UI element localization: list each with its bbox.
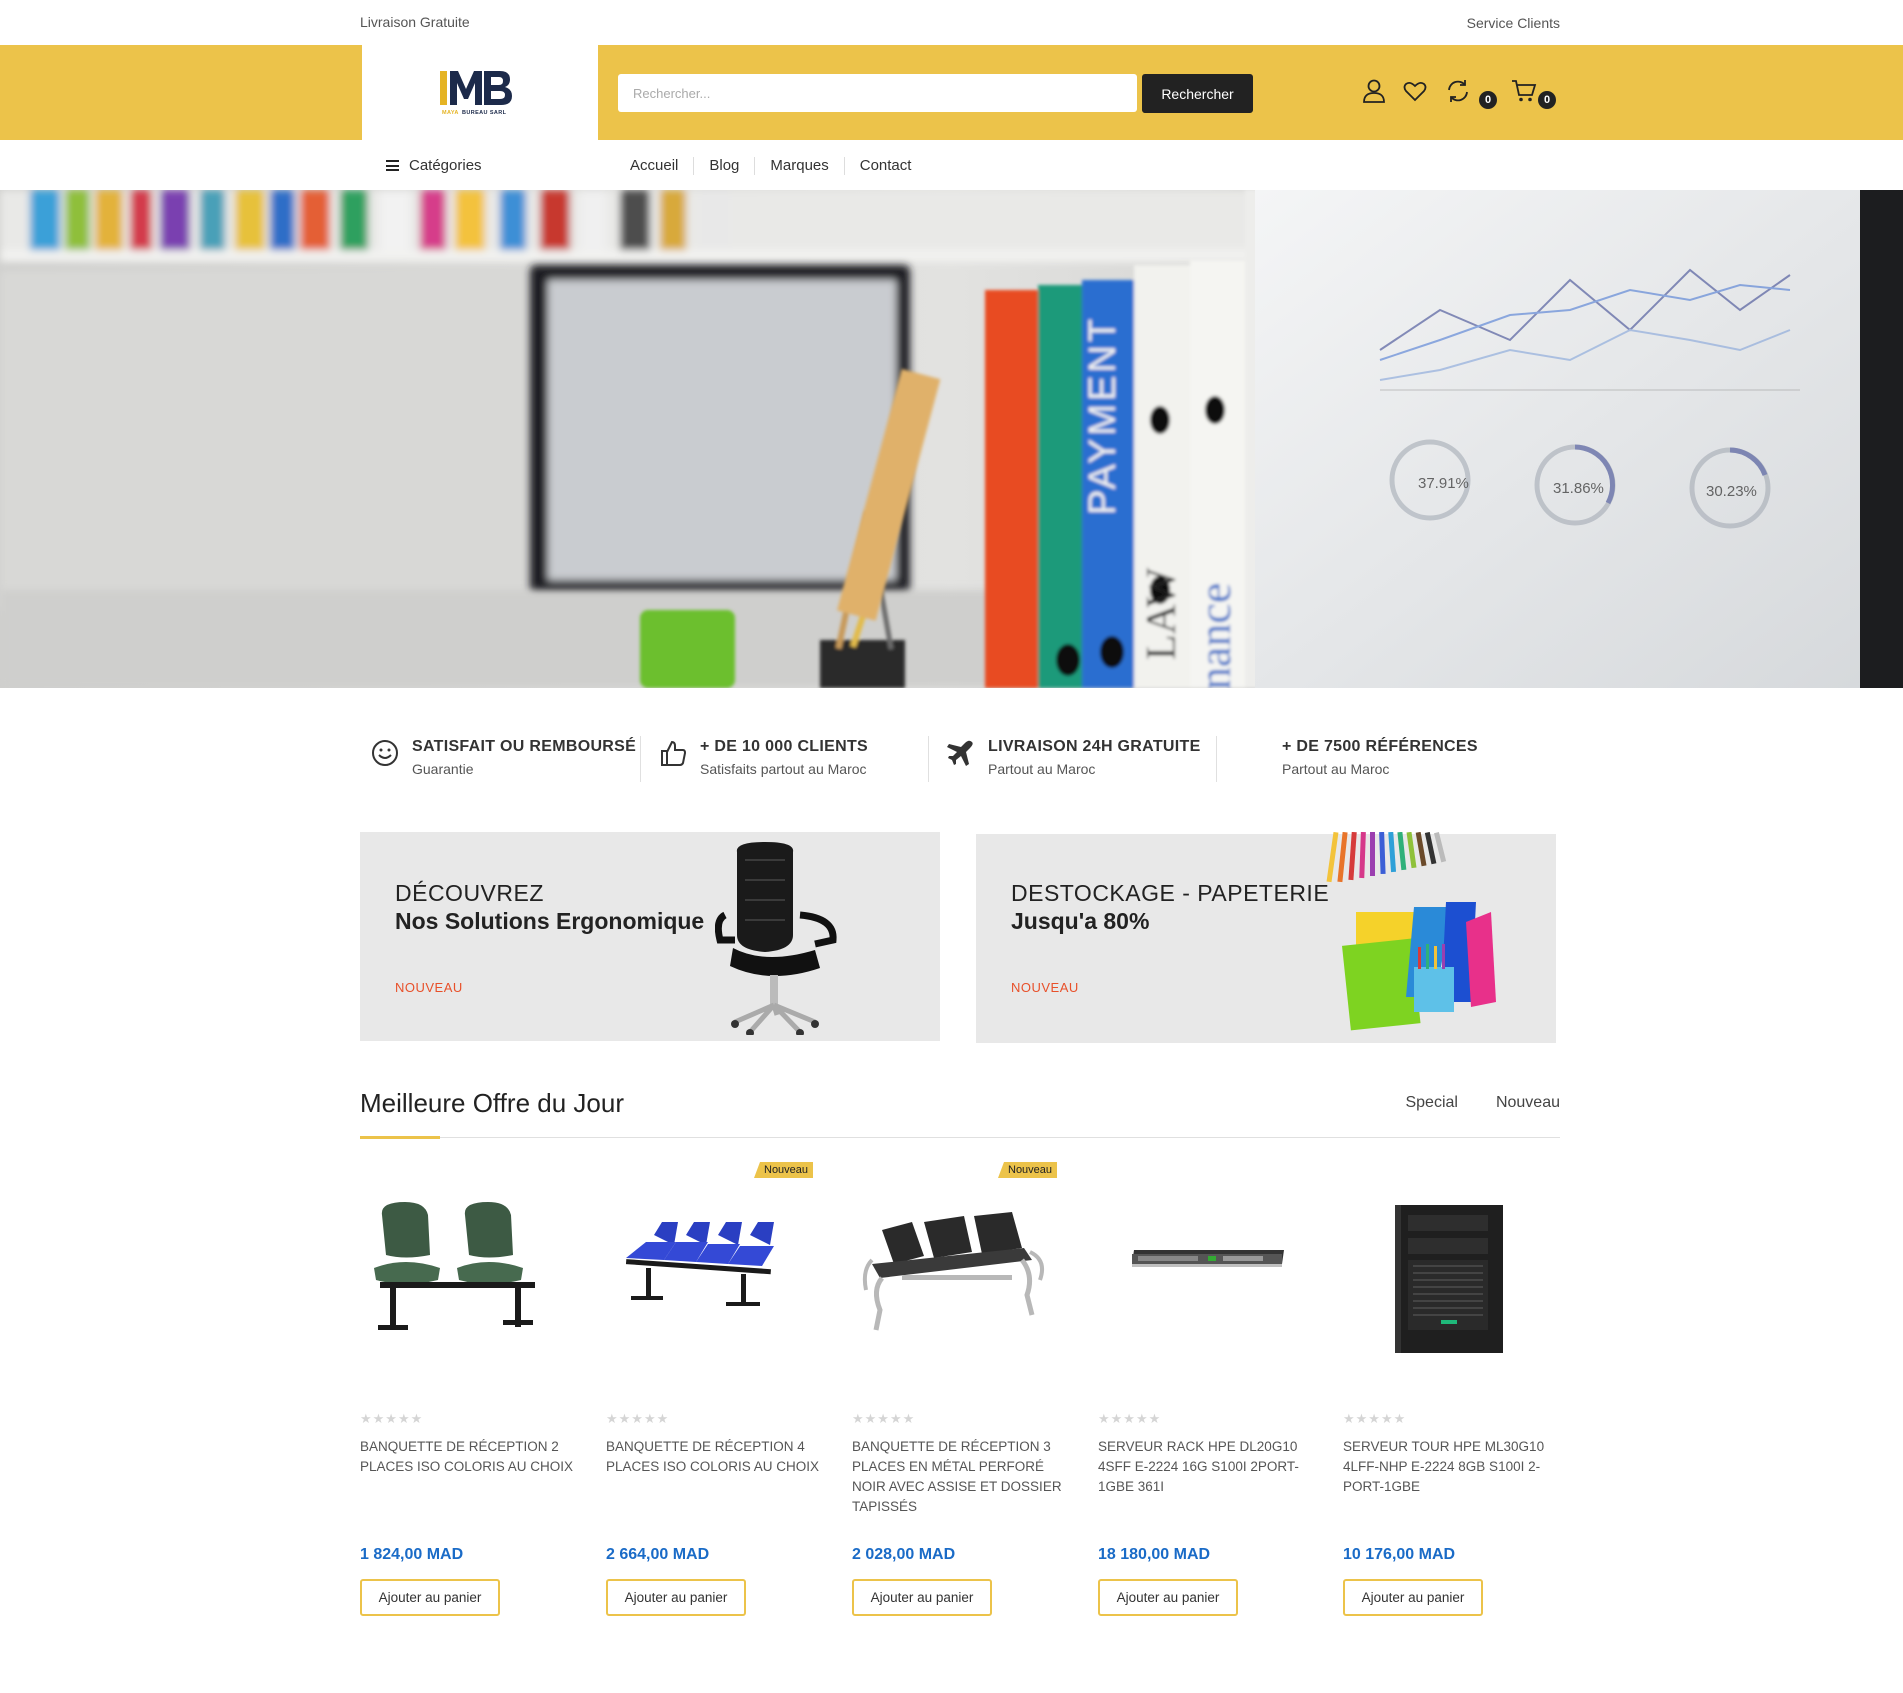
banner-line1: DESTOCKAGE - PAPETERIE — [1011, 880, 1330, 906]
svg-text:PAYMENT: PAYMENT — [1082, 316, 1124, 515]
product-image — [1132, 1250, 1284, 1267]
hero-chart-value-2: 31.86% — [1553, 480, 1604, 497]
hamburger-icon — [386, 160, 399, 171]
cart-button[interactable] — [1511, 78, 1537, 104]
search-input[interactable] — [618, 74, 1137, 112]
feature-satisfaction: SATISFAIT OU REMBOURSÉ Guarantie — [360, 730, 648, 790]
add-to-cart-button[interactable]: Ajouter au panier — [852, 1579, 992, 1616]
tab-special[interactable]: Special — [1405, 1094, 1457, 1112]
svg-text:nance: nance — [1189, 583, 1240, 688]
maya-bureau-logo-icon: MAYA BUREAU SARL — [440, 71, 512, 116]
account-button[interactable] — [1361, 78, 1387, 104]
svg-text:LAW: LAW — [1139, 567, 1185, 660]
hero-banner[interactable]: PAYMENT LAW nance 37.91% 31.86% 30.23% — [0, 190, 1903, 688]
feature-delivery: LIVRAISON 24H GRATUITE Partout au Maroc — [928, 730, 1224, 790]
feature-clients: + DE 10 000 CLIENTS Satisfaits partout a… — [640, 730, 936, 790]
categories-label: Catégories — [409, 157, 482, 174]
search-button[interactable]: Rechercher — [1142, 74, 1253, 113]
product-price: 2 028,00 MAD — [852, 1546, 956, 1563]
nav-link-contact[interactable]: Contact — [843, 157, 927, 175]
categories-menu[interactable]: Catégories — [386, 157, 482, 174]
product-name[interactable]: BANQUETTE DE RÉCEPTION 4 PLACES ISO COLO… — [606, 1437, 826, 1477]
main-nav — [0, 140, 1903, 190]
compare-icon — [1448, 80, 1468, 102]
hero-chart-value-1: 37.91% — [1418, 475, 1469, 492]
feature-subtitle: Satisfaits partout au Maroc — [700, 761, 867, 777]
product-image — [625, 1222, 774, 1306]
rating-stars: ★★★★★ — [852, 1411, 916, 1426]
product-image — [862, 1212, 1044, 1331]
nav-link-accueil[interactable]: Accueil — [614, 157, 693, 175]
add-to-cart-button[interactable]: Ajouter au panier — [606, 1579, 746, 1616]
compare-button[interactable] — [1445, 78, 1471, 104]
user-icon — [1363, 79, 1385, 103]
add-to-cart-button[interactable]: Ajouter au panier — [360, 1579, 500, 1616]
product-name[interactable]: SERVEUR TOUR HPE ML30G10 4LFF-NHP E-2224… — [1343, 1437, 1563, 1497]
office-chair-image — [715, 842, 837, 1035]
top-bar: Livraison Gratuite Service Clients — [0, 0, 1903, 45]
feature-references: + DE 7500 RÉFÉRENCES Partout au Maroc — [1216, 730, 1560, 790]
feature-title: + DE 7500 RÉFÉRENCES — [1282, 738, 1478, 755]
product-image — [1395, 1205, 1503, 1353]
customer-service-link[interactable]: Service Clients — [1467, 15, 1560, 31]
banner-line2: Nos Solutions Ergonomique — [395, 908, 705, 934]
hero-office-image: PAYMENT LAW nance 37.91% 31.86% 30.23% — [0, 190, 1903, 688]
compare-count-badge: 0 — [1479, 91, 1497, 109]
cart-icon — [1512, 80, 1537, 102]
promo-banner-stationery[interactable]: DESTOCKAGE - PAPETERIE Jusqu'a 80% NOUVE… — [976, 832, 1556, 1043]
svg-text:BUREAU SARL: BUREAU SARL — [462, 110, 507, 116]
product-image — [374, 1202, 535, 1330]
hero-chart-value-3: 30.23% — [1706, 483, 1757, 500]
feature-subtitle: Partout au Maroc — [988, 761, 1096, 777]
product-price: 10 176,00 MAD — [1343, 1546, 1456, 1563]
product-price: 18 180,00 MAD — [1098, 1546, 1211, 1563]
feature-subtitle: Partout au Maroc — [1282, 761, 1390, 777]
features-row: SATISFAIT OU REMBOURSÉ Guarantie + DE 10… — [360, 730, 1560, 790]
feature-title: SATISFAIT OU REMBOURSÉ — [412, 738, 637, 755]
section-title: Meilleure Offre du Jour — [360, 1088, 624, 1118]
banner-tag: NOUVEAU — [1011, 980, 1079, 995]
stationery-image — [1326, 832, 1496, 1031]
section-divider — [360, 1137, 1560, 1138]
banner-line1: DÉCOUVREZ — [395, 880, 544, 906]
rating-stars: ★★★★★ — [1098, 1411, 1162, 1426]
banner-line2: Jusqu'a 80% — [1011, 908, 1150, 934]
add-to-cart-button[interactable]: Ajouter au panier — [1098, 1579, 1238, 1616]
feature-title: + DE 10 000 CLIENTS — [700, 738, 868, 755]
plane-icon — [947, 740, 973, 766]
product-price: 2 664,00 MAD — [606, 1546, 710, 1563]
feature-subtitle: Guarantie — [412, 761, 474, 777]
tab-nouveau[interactable]: Nouveau — [1496, 1094, 1560, 1112]
nav-links: Accueil Blog Marques Contact — [614, 157, 926, 175]
product-name[interactable]: BANQUETTE DE RÉCEPTION 2 PLACES ISO COLO… — [360, 1437, 580, 1477]
svg-text:MAYA: MAYA — [442, 110, 459, 116]
heart-icon — [1403, 81, 1427, 102]
banner-tag: NOUVEAU — [395, 980, 463, 995]
smiley-icon — [372, 740, 398, 766]
nav-link-blog[interactable]: Blog — [693, 157, 754, 175]
rating-stars: ★★★★★ — [606, 1411, 670, 1426]
nav-link-marques[interactable]: Marques — [754, 157, 843, 175]
rating-stars: ★★★★★ — [360, 1411, 424, 1426]
wishlist-button[interactable] — [1402, 78, 1428, 104]
product-name[interactable]: BANQUETTE DE RÉCEPTION 3 PLACES EN MÉTAL… — [852, 1437, 1072, 1517]
product-name[interactable]: SERVEUR RACK HPE DL20G10 4SFF E-2224 16G… — [1098, 1437, 1318, 1497]
add-to-cart-button[interactable]: Ajouter au panier — [1343, 1579, 1483, 1616]
section-tabs: Special Nouveau — [1405, 1094, 1560, 1112]
rating-stars: ★★★★★ — [1343, 1411, 1407, 1426]
thumbs-up-icon — [661, 740, 687, 766]
promo-banner-ergonomic[interactable]: DÉCOUVREZ Nos Solutions Ergonomique NOUV… — [360, 832, 940, 1041]
cart-count-badge: 0 — [1538, 91, 1556, 109]
free-shipping-text: Livraison Gratuite — [360, 14, 470, 30]
section-accent-line — [360, 1136, 440, 1139]
feature-title: LIVRAISON 24H GRATUITE — [988, 738, 1201, 755]
product-price: 1 824,00 MAD — [360, 1546, 464, 1563]
